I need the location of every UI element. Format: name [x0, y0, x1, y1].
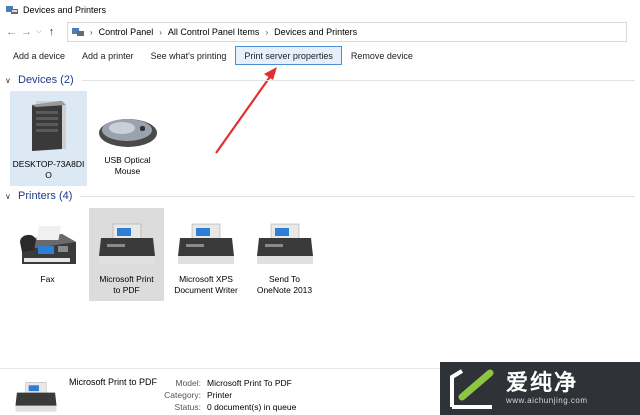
- device-tile-mouse[interactable]: USB Optical Mouse: [90, 91, 165, 186]
- printer-icon: [255, 220, 315, 270]
- printer-tile-onenote[interactable]: Send To OneNote 2013: [247, 208, 322, 301]
- device-label-line2: Mouse: [114, 166, 141, 176]
- details-device-name: Microsoft Print to PDF: [69, 377, 158, 387]
- details-category-value: Printer: [207, 390, 233, 400]
- printer-label-line1: Microsoft XPS: [179, 274, 233, 284]
- chevron-down-icon: ∨: [5, 191, 11, 201]
- watermark-url: www.aichunjing.com: [506, 395, 588, 405]
- printer-label-line1: Fax: [40, 274, 55, 284]
- group-divider: [80, 195, 635, 197]
- fax-icon: [16, 220, 80, 270]
- details-category-label: Category:: [164, 390, 201, 400]
- details-model-value: Microsoft Print To PDF: [207, 378, 292, 388]
- watermark-logo-icon: [446, 367, 500, 411]
- printer-label-line1: Send To: [268, 274, 301, 284]
- printer-label-line2: to PDF: [113, 285, 140, 295]
- printer-label-line1: Microsoft Print: [99, 274, 154, 284]
- details-status-label: Status:: [174, 402, 201, 412]
- printer-icon: [14, 379, 58, 415]
- details-pane: Microsoft Print to PDF Model: Microsoft P…: [0, 368, 440, 415]
- details-model-row: Model: Microsoft Print To PDF: [146, 378, 292, 388]
- device-label-line1: DESKTOP-73A8DI: [12, 159, 85, 169]
- site-watermark: 爱纯净 www.aichunjing.com: [440, 362, 640, 415]
- device-tile-desktop[interactable]: DESKTOP-73A8DI O: [10, 91, 87, 186]
- printer-label-line2: Document Writer: [174, 285, 238, 295]
- printers-group-title: Printers (4): [18, 190, 73, 202]
- printer-tile-fax[interactable]: Fax: [10, 208, 85, 300]
- watermark-chinese-text: 爱纯净: [506, 370, 579, 396]
- device-label-line1: USB Optical: [104, 155, 151, 165]
- details-category-row: Category: Printer: [146, 390, 232, 400]
- device-label-line2: O: [45, 170, 52, 180]
- printer-tile-print-to-pdf[interactable]: Microsoft Print to PDF: [89, 208, 164, 301]
- printer-tile-xps-writer[interactable]: Microsoft XPS Document Writer: [167, 208, 245, 301]
- computer-tower-icon: [28, 97, 70, 155]
- printer-icon: [176, 220, 236, 270]
- printers-group-header[interactable]: ∨ Printers (4): [5, 190, 635, 202]
- group-divider: [81, 79, 635, 81]
- devices-group-title: Devices (2): [18, 74, 74, 86]
- mouse-icon: [96, 115, 160, 151]
- printer-label-line2: OneNote 2013: [256, 285, 313, 295]
- printer-icon: [97, 220, 157, 270]
- details-status-row: Status: 0 document(s) in queue: [146, 402, 297, 412]
- details-model-label: Model:: [175, 378, 201, 388]
- chevron-down-icon: ∨: [5, 75, 11, 85]
- devices-group-header[interactable]: ∨ Devices (2): [5, 74, 635, 86]
- details-status-value: 0 document(s) in queue: [207, 402, 297, 412]
